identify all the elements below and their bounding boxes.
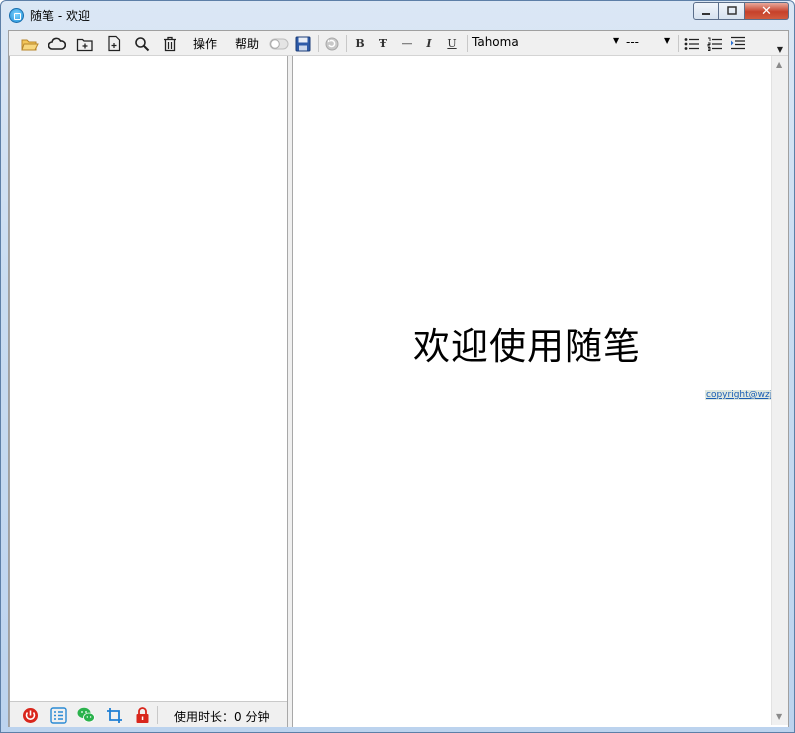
note-list[interactable]	[10, 56, 287, 701]
search-icon	[135, 36, 150, 51]
font-family-select[interactable]: Tahoma ▼	[472, 35, 624, 52]
client-area: 操作 帮助 B Ŧ — I U Tahoma ▼ --- ▼ ▼ 使用时长：0 …	[8, 30, 789, 727]
new-folder-icon	[76, 38, 93, 51]
note-list-panel: 使用时长：0 分钟	[9, 56, 288, 727]
refresh-button[interactable]	[321, 33, 343, 54]
welcome-heading: 欢迎使用随笔	[413, 325, 641, 368]
numbered-list-button[interactable]	[705, 33, 725, 54]
menu-help[interactable]: 帮助	[231, 33, 263, 54]
font-size-value: ---	[626, 35, 639, 49]
new-file-icon	[108, 35, 121, 52]
toolbar-separator	[318, 35, 319, 52]
close-button[interactable]: ✕	[745, 2, 789, 20]
lock-icon	[136, 706, 148, 723]
save-button[interactable]	[292, 33, 314, 54]
bullet-list-icon	[684, 37, 699, 50]
maximize-icon	[726, 6, 737, 15]
power-icon	[22, 707, 38, 723]
toolbar-separator	[678, 35, 679, 52]
lock-button[interactable]	[133, 706, 151, 724]
numbered-list-icon	[707, 37, 722, 51]
trash-icon	[164, 36, 176, 51]
status-bar: 使用时长：0 分钟	[10, 701, 287, 727]
maximize-button[interactable]	[719, 2, 745, 20]
italic-button[interactable]: I	[420, 33, 438, 54]
screenshot-button[interactable]	[105, 706, 123, 724]
close-icon: ✕	[761, 3, 772, 19]
cloud-button[interactable]	[46, 33, 68, 54]
title-bar[interactable]: 随笔 - 欢迎 ✕	[1, 1, 794, 30]
cloud-icon	[48, 37, 66, 50]
chevron-down-icon: ▼	[776, 45, 784, 54]
wechat-button[interactable]	[77, 706, 95, 724]
font-family-value: Tahoma	[472, 35, 519, 49]
toolbar-separator	[346, 35, 347, 52]
new-folder-button[interactable]	[74, 33, 96, 54]
underline-button[interactable]: U	[443, 33, 461, 54]
window-controls: ✕	[693, 2, 789, 20]
toggle-switch[interactable]	[268, 33, 290, 54]
indent-icon	[731, 36, 745, 50]
wechat-icon	[77, 707, 95, 723]
task-list-button[interactable]	[49, 706, 67, 724]
chevron-down-icon: ▼	[664, 36, 671, 45]
chevron-down-icon: ▼	[613, 36, 620, 45]
delete-button[interactable]	[159, 33, 181, 54]
checklist-icon	[49, 706, 67, 724]
horizontal-rule-button[interactable]: —	[397, 33, 417, 54]
save-icon	[295, 36, 311, 51]
window-title: 随笔 - 欢迎	[30, 9, 90, 23]
bullet-list-button[interactable]	[682, 33, 702, 54]
crop-icon	[106, 707, 122, 723]
font-size-select[interactable]: --- ▼	[626, 35, 672, 52]
toolbar: 操作 帮助 B Ŧ — I U Tahoma ▼ --- ▼ ▼	[9, 31, 788, 56]
usage-time-label: 使用时长：0 分钟	[174, 710, 270, 724]
toolbar-separator	[467, 35, 468, 52]
bold-button[interactable]: B	[351, 33, 369, 54]
status-separator	[157, 706, 158, 724]
vertical-scrollbar[interactable]: ▲ ▼	[771, 56, 788, 725]
refresh-icon	[325, 37, 339, 50]
strikethrough-button[interactable]: Ŧ	[374, 33, 392, 54]
toggle-icon	[269, 38, 289, 49]
scroll-down-icon[interactable]: ▼	[776, 712, 782, 721]
scroll-up-icon[interactable]: ▲	[776, 60, 782, 69]
open-folder-button[interactable]	[19, 33, 41, 54]
search-button[interactable]	[131, 33, 153, 54]
menu-operate[interactable]: 操作	[189, 33, 221, 54]
minimize-icon	[702, 13, 710, 15]
folder-open-icon	[21, 39, 39, 50]
power-button[interactable]	[21, 706, 39, 724]
editor-pane[interactable]: 欢迎使用随笔 copyright@wzj ▲ ▼	[292, 56, 788, 727]
minimize-button[interactable]	[693, 2, 719, 20]
new-note-button[interactable]	[103, 33, 125, 54]
app-logo-icon	[9, 8, 24, 23]
copyright-link[interactable]: copyright@wzj	[705, 390, 774, 400]
indent-button[interactable]	[728, 33, 748, 54]
app-window: 随笔 - 欢迎 ✕ 操作 帮助 B Ŧ — I U Tahoma ▼ --- ▼…	[0, 0, 795, 733]
